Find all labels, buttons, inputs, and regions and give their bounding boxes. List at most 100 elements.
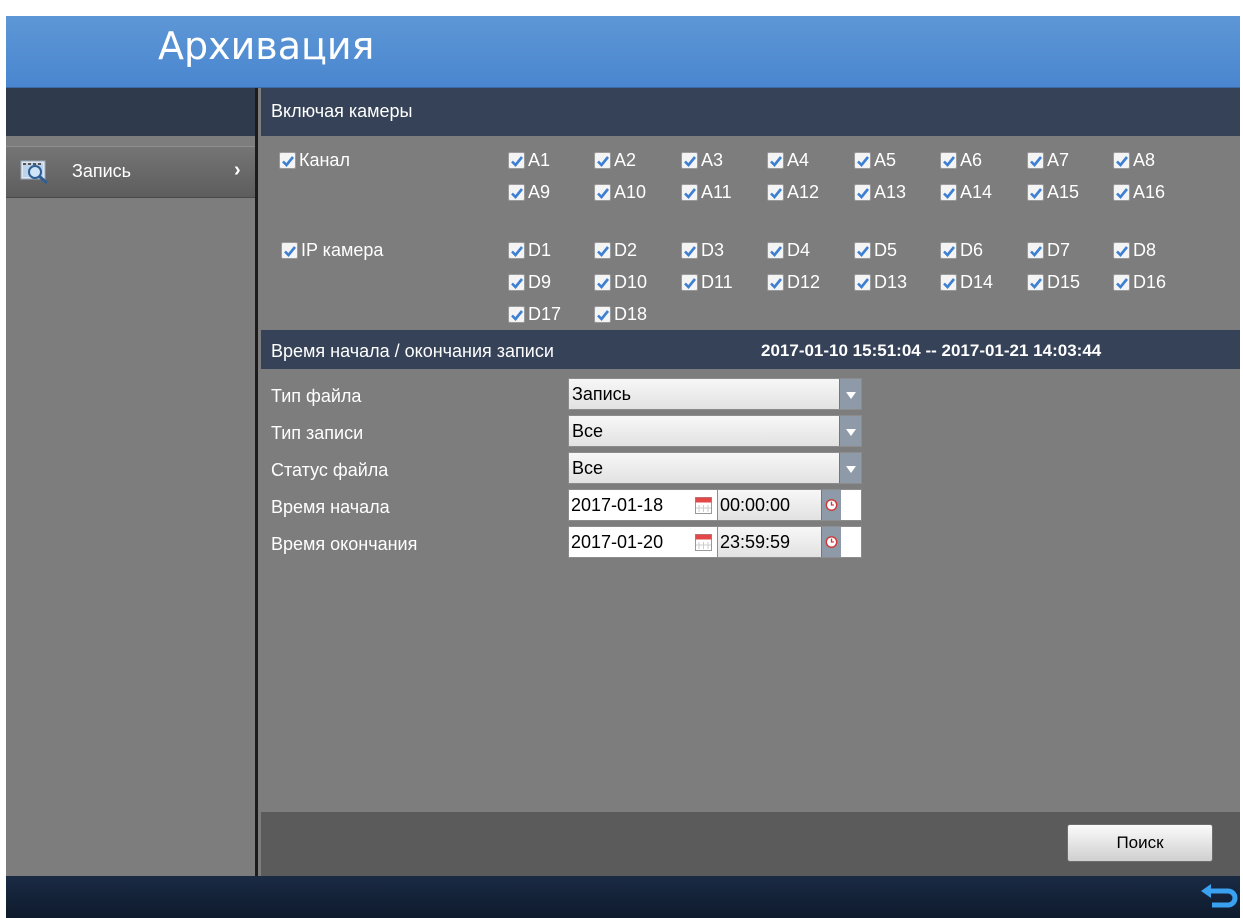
end-time-input[interactable]: 23:59:59 (717, 527, 841, 557)
camera-checkbox-label: D11 (701, 272, 733, 292)
checkmark-icon (769, 155, 782, 167)
calendar-icon[interactable] (695, 496, 712, 514)
camera-checkbox-d1[interactable]: D1 (508, 240, 551, 261)
camera-checkbox-label: A14 (960, 182, 993, 202)
checkmark-icon (510, 277, 523, 289)
checkbox-box (1027, 184, 1044, 201)
camera-checkbox-a11[interactable]: A11 (681, 182, 732, 203)
checkmark-icon (1029, 155, 1042, 167)
clock-icon[interactable] (821, 490, 841, 520)
camera-checkbox-label: A6 (960, 150, 983, 170)
camera-checkbox-d18[interactable]: D18 (594, 304, 647, 325)
checkbox-box (854, 184, 871, 201)
start-time-input[interactable]: 00:00:00 (717, 490, 841, 520)
camera-checkbox-a10[interactable]: A10 (594, 182, 646, 203)
camera-checkbox-d12[interactable]: D12 (767, 272, 820, 293)
checkbox-box (681, 242, 698, 259)
camera-checkbox-label: A11 (701, 182, 732, 202)
camera-checkbox-a14[interactable]: A14 (940, 182, 992, 203)
camera-checkbox-a15[interactable]: A15 (1027, 182, 1079, 203)
camera-checkbox-d13[interactable]: D13 (854, 272, 907, 293)
camera-checkbox-d3[interactable]: D3 (681, 240, 724, 261)
start-date-input[interactable]: 2017-01-18 (571, 495, 663, 516)
camera-checkbox-d6[interactable]: D6 (940, 240, 983, 261)
camera-checkbox-a16[interactable]: A16 (1113, 182, 1165, 203)
camera-checkbox-d14[interactable]: D14 (940, 272, 993, 293)
sidebar-item-record[interactable]: Запись › (6, 146, 255, 198)
back-arrow-icon[interactable] (1198, 882, 1238, 912)
checkbox-box (681, 184, 698, 201)
search-button[interactable]: Поиск (1067, 824, 1213, 862)
camera-checkbox-d11[interactable]: D11 (681, 272, 733, 293)
page-title: Архивация (158, 24, 375, 68)
checkbox-box (1027, 242, 1044, 259)
file-type-select[interactable]: Запись (568, 378, 862, 410)
camera-checkbox-a13[interactable]: A13 (854, 182, 906, 203)
camera-checkbox-a9[interactable]: A9 (508, 182, 550, 203)
checkbox-box (281, 242, 298, 259)
checkmark-icon (510, 155, 523, 167)
camera-checkbox-label: D4 (787, 240, 811, 260)
camera-checkbox-label: D8 (1133, 240, 1157, 260)
ip-camera-all-checkbox[interactable]: IP камера (281, 240, 383, 261)
end-date-input[interactable]: 2017-01-20 (571, 532, 663, 553)
checkbox-box (940, 152, 957, 169)
checkbox-box (767, 242, 784, 259)
start-datetime-field: 2017-01-18 00:00:00 (568, 489, 862, 521)
camera-checkbox-label: D6 (960, 240, 984, 260)
checkbox-box (767, 152, 784, 169)
checkmark-icon (510, 245, 523, 257)
camera-checkbox-label: D5 (874, 240, 898, 260)
camera-checkbox-label: A7 (1047, 150, 1070, 170)
camera-checkbox-a2[interactable]: A2 (594, 150, 636, 171)
channel-all-checkbox[interactable]: Канал (279, 150, 350, 171)
checkmark-icon (942, 277, 955, 289)
record-search-icon (20, 160, 48, 185)
camera-checkbox-a8[interactable]: A8 (1113, 150, 1155, 171)
camera-checkbox-d8[interactable]: D8 (1113, 240, 1156, 261)
camera-checkbox-a5[interactable]: A5 (854, 150, 896, 171)
checkbox-box (508, 274, 525, 291)
file-status-select[interactable]: Все (568, 452, 862, 484)
start-time-label: Время начала (271, 497, 390, 517)
camera-checkbox-a3[interactable]: A3 (681, 150, 723, 171)
camera-checkbox-d4[interactable]: D4 (767, 240, 810, 261)
camera-checkbox-d5[interactable]: D5 (854, 240, 897, 261)
checkmark-icon (1115, 155, 1128, 167)
camera-checkbox-label: D1 (528, 240, 552, 260)
camera-checkbox-a12[interactable]: A12 (767, 182, 819, 203)
record-type-select[interactable]: Все (568, 415, 862, 447)
camera-checkbox-a4[interactable]: A4 (767, 150, 809, 171)
camera-checkbox-a1[interactable]: A1 (508, 150, 550, 171)
camera-checkbox-label: A13 (874, 182, 907, 202)
bottom-bar (6, 876, 1240, 918)
checkmark-icon (1115, 277, 1128, 289)
checkmark-icon (856, 277, 869, 289)
camera-checkbox-label: A12 (787, 182, 820, 202)
camera-checkbox-d9[interactable]: D9 (508, 272, 551, 293)
clock-icon[interactable] (821, 527, 841, 557)
sidebar-item-label: Запись (72, 161, 132, 181)
record-time-section-title: Время начала / окончания записи (271, 341, 554, 361)
camera-checkbox-d17[interactable]: D17 (508, 304, 561, 325)
camera-checkbox-a7[interactable]: A7 (1027, 150, 1069, 171)
camera-checkbox-d10[interactable]: D10 (594, 272, 647, 293)
camera-checkbox-d16[interactable]: D16 (1113, 272, 1166, 293)
camera-checkbox-label: D16 (1133, 272, 1167, 292)
checkmark-icon (596, 277, 609, 289)
camera-checkbox-d15[interactable]: D15 (1027, 272, 1080, 293)
end-time-value: 23:59:59 (720, 532, 791, 552)
camera-checkbox-label: D13 (874, 272, 908, 292)
checkmark-icon (942, 187, 955, 199)
camera-checkbox-d2[interactable]: D2 (594, 240, 637, 261)
camera-checkbox-a6[interactable]: A6 (940, 150, 982, 171)
checkbox-box (1113, 152, 1130, 169)
checkmark-icon (769, 277, 782, 289)
record-time-section-header: Время начала / окончания записи 2017-01-… (261, 330, 1240, 369)
camera-checkbox-label: A1 (528, 150, 551, 170)
checkmark-icon (769, 187, 782, 199)
file-type-label: Тип файла (271, 386, 362, 406)
calendar-icon[interactable] (695, 533, 712, 551)
camera-checkbox-d7[interactable]: D7 (1027, 240, 1070, 261)
checkmark-icon (596, 155, 609, 167)
